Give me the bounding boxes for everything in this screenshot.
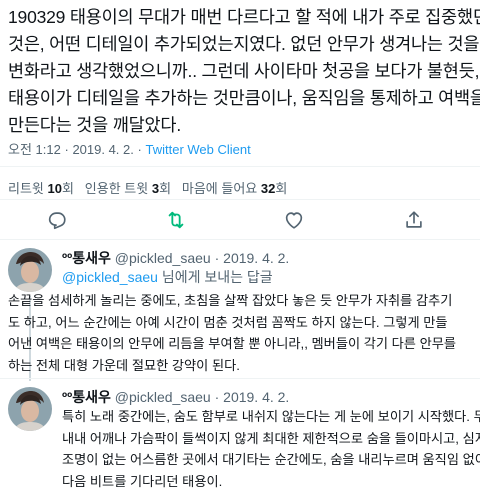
replying-text: 님에게 보내는 답글 bbox=[157, 269, 273, 285]
reply-text: 특히 노래 중간에는, 숨도 함부로 내쉬지 않는다는 게 눈에 보이기 시작했… bbox=[62, 406, 480, 492]
replying-to: @pickled_saeu 님에게 보내는 답글 bbox=[62, 267, 273, 287]
quotes-count: 3 bbox=[151, 181, 160, 196]
author-name[interactable]: ºº통새우 bbox=[62, 250, 111, 266]
author-name[interactable]: ºº통새우 bbox=[62, 389, 111, 405]
reply-tweet[interactable]: ºº통새우 @pickled_saeu · 2019. 4. 2. @pickl… bbox=[0, 240, 480, 381]
tweet-time[interactable]: 오전 1:12 bbox=[8, 142, 61, 157]
reply-line: 다음 비트를 기다리던 태용이. bbox=[62, 473, 223, 489]
tweet-stats: 리트윗 10회 인용한 트윗 3회 마음에 들어요 32회 bbox=[8, 178, 287, 197]
tweet-client-link[interactable]: Twitter Web Client bbox=[145, 142, 250, 157]
likes-stat[interactable]: 마음에 들어요 32회 bbox=[182, 181, 287, 196]
meta-separator: · bbox=[64, 142, 69, 157]
meta-separator: · bbox=[137, 142, 142, 157]
reply-header: ºº통새우 @pickled_saeu · 2019. 4. 2. bbox=[62, 387, 289, 407]
likes-count: 32 bbox=[260, 181, 276, 196]
tweet-date[interactable]: 2019. 4. 2. bbox=[72, 142, 133, 157]
replying-mention[interactable]: @pickled_saeu bbox=[62, 269, 158, 285]
meta-separator: · bbox=[214, 250, 220, 266]
retweet-icon bbox=[168, 211, 184, 229]
tweet-line: 태용이가 디테일을 추가하는 것만큼이나, 움직임을 통제하고 여백을 bbox=[8, 88, 480, 108]
retweet-button[interactable] bbox=[165, 209, 187, 231]
meta-separator: · bbox=[214, 389, 220, 405]
tweet-text: 190329 태용이의 무대가 매번 다르다고 할 적에 내가 주로 집중했던 … bbox=[8, 4, 480, 139]
reply-line: 어낸 여백은 태용이의 안무에 리듬을 부여할 뿐 아니라,, 멤버들이 각기 … bbox=[8, 336, 457, 351]
quotes-label: 인용한 트윗 bbox=[84, 181, 149, 196]
tweet-line: 것은, 어떤 디테일이 추가되었는지였다. 없던 안무가 생겨나는 것을 bbox=[8, 34, 480, 54]
tweet-thread: 190329 태용이의 무대가 매번 다르다고 할 적에 내가 주로 집중했던 … bbox=[0, 0, 480, 492]
reply-line: 특히 노래 중간에는, 숨도 함부로 내쉬지 않는다는 게 눈에 보이기 시작했… bbox=[62, 409, 480, 424]
tweet-line: 만든다는 것을 깨달았다. bbox=[8, 115, 181, 135]
reply-line: 내내 어깨나 가슴팍이 들썩이지 않게 최대한 제한적으로 숨을 들이마시고, … bbox=[62, 430, 480, 446]
divider bbox=[0, 166, 480, 167]
avatar-image bbox=[8, 248, 52, 292]
share-icon bbox=[406, 211, 422, 228]
reply-icon bbox=[48, 212, 66, 230]
reply-header: ºº통새우 @pickled_saeu · 2019. 4. 2. bbox=[62, 248, 289, 268]
quotes-unit: 회 bbox=[159, 181, 172, 196]
heart-icon bbox=[285, 212, 303, 229]
reply-line: 조명이 없는 어스름한 곳에서 대기타는 순간에도, 숨을 내리누르며 움직임 … bbox=[62, 452, 480, 467]
tweet-meta: 오전 1:12 · 2019. 4. 2. · Twitter Web Clie… bbox=[8, 139, 251, 158]
reply-tweet[interactable]: ºº통새우 @pickled_saeu · 2019. 4. 2. 특히 노래 … bbox=[0, 379, 480, 492]
reply-date[interactable]: 2019. 4. 2. bbox=[223, 250, 289, 266]
retweets-unit: 회 bbox=[61, 181, 74, 196]
avatar[interactable] bbox=[8, 387, 52, 431]
divider bbox=[0, 199, 480, 200]
retweets-count: 10 bbox=[47, 181, 62, 196]
like-button[interactable] bbox=[283, 209, 305, 231]
retweets-stat[interactable]: 리트윗 10회 bbox=[8, 181, 74, 196]
likes-label: 마음에 들어요 bbox=[181, 181, 258, 196]
quotes-stat[interactable]: 인용한 트윗 3회 bbox=[85, 181, 171, 196]
avatar-image bbox=[8, 387, 52, 431]
reply-text: 손끝을 섬세하게 놀리는 중에도, 초침을 살짝 잡았다 놓은 듯 안무가 자취… bbox=[8, 290, 478, 376]
tweet-line: 190329 태용이의 무대가 매번 다르다고 할 적에 내가 주로 집중했던 bbox=[8, 7, 480, 27]
reply-button[interactable] bbox=[46, 209, 68, 231]
author-handle[interactable]: @pickled_saeu bbox=[115, 389, 211, 405]
tweet-line: 변화라고 생각했었으니까.. 그런데 사이타마 첫공을 보다가 불현듯, bbox=[8, 61, 480, 81]
reply-line: 손끝을 섬세하게 놀리는 중에도, 초침을 살짝 잡았다 놓은 듯 안무가 자취… bbox=[8, 293, 453, 308]
reply-line: 도 하고, 어느 순간에는 아예 시간이 멈춘 것처럼 꼼짝도 하지 않는다. … bbox=[8, 314, 448, 330]
reply-date[interactable]: 2019. 4. 2. bbox=[223, 389, 289, 405]
reply-line: 하는 전체 대형 가운데 절묘한 강약이 된다. bbox=[8, 357, 240, 373]
tweet-actions bbox=[0, 205, 480, 235]
share-button[interactable] bbox=[403, 209, 425, 231]
author-handle[interactable]: @pickled_saeu bbox=[115, 250, 211, 266]
likes-unit: 회 bbox=[275, 181, 288, 196]
avatar[interactable] bbox=[8, 248, 52, 292]
retweets-label: 리트윗 bbox=[8, 181, 44, 196]
